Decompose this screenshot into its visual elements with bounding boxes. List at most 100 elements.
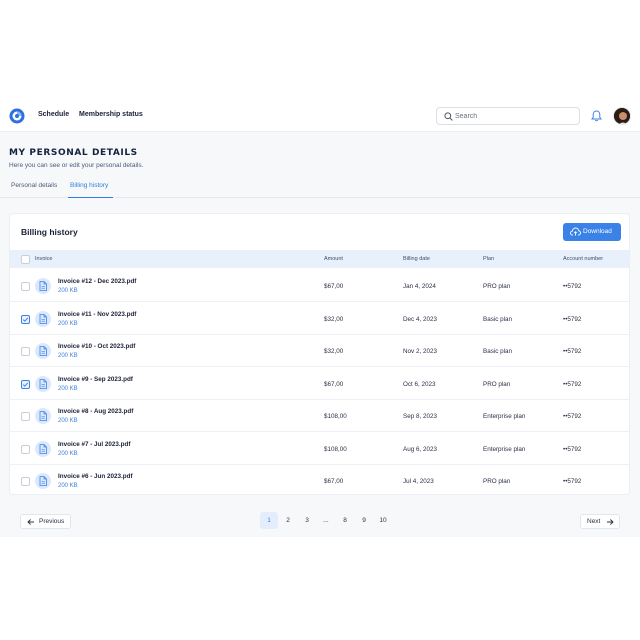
- bell-icon[interactable]: [591, 110, 602, 122]
- column-header-account-number[interactable]: Account number: [563, 256, 603, 262]
- page-number[interactable]: 2: [279, 512, 297, 529]
- invoice-filename: Invoice #6 - Jun 2023.pdf: [58, 473, 133, 480]
- invoice-filesize: 200 KB: [58, 483, 78, 489]
- plan-cell: PRO plan: [483, 283, 511, 290]
- file-icon-badge: [35, 440, 51, 457]
- download-button[interactable]: Download: [563, 223, 621, 241]
- table-row[interactable]: Invoice #6 - Jun 2023.pdf 200 KB $67,00 Jul…: [10, 465, 629, 494]
- invoice-filename: Invoice #9 - Sep 2023.pdf: [58, 375, 133, 383]
- page-number[interactable]: 8: [336, 512, 354, 529]
- document-icon: [39, 346, 47, 356]
- nav-link-membership-status[interactable]: Membership status: [79, 111, 143, 118]
- invoice-filename: Invoice #8 - Aug 2023.pdf: [58, 408, 134, 415]
- billing-date-cell: Dec 4, 2023: [403, 315, 437, 323]
- avatar-image: [614, 108, 630, 124]
- page-subtitle: Here you can see or edit your personal d…: [9, 162, 144, 169]
- next-button[interactable]: Next: [580, 514, 620, 529]
- file-icon-badge: [35, 343, 51, 359]
- invoice-filename: Invoice #11 - Nov 2023.pdf: [58, 310, 137, 318]
- column-header-amount[interactable]: Amount: [324, 256, 343, 262]
- invoice-filesize: 200 KB: [58, 353, 78, 359]
- invoice-filesize: 200 KB: [58, 320, 78, 327]
- invoice-filename: Invoice #7 - Jul 2023.pdf: [58, 440, 131, 448]
- account-number-cell: ••5792: [563, 478, 582, 485]
- active-tab-indicator: [68, 197, 113, 198]
- billing-date-cell: Nov 2, 2023: [403, 348, 437, 355]
- arrow-left-icon: [27, 519, 34, 525]
- table-row[interactable]: Invoice #12 - Dec 2023.pdf 200 KB $67,00 Ja…: [10, 270, 629, 302]
- top-nav: Schedule Membership status: [0, 100, 640, 132]
- plan-cell: PRO plan: [483, 478, 511, 485]
- table-row[interactable]: Invoice #7 - Jul 2023.pdf 200 KB $108,00 Au…: [10, 432, 629, 465]
- amount-cell: $67,00: [324, 283, 344, 290]
- document-icon: [39, 476, 47, 486]
- row-checkbox[interactable]: [21, 477, 30, 486]
- table-header: Invoice Amount Billing date Plan Account…: [10, 250, 629, 268]
- table-row[interactable]: Invoice #9 - Sep 2023.pdf 200 KB $67,00 Oct…: [10, 367, 629, 400]
- card-title: Billing history: [21, 227, 78, 237]
- account-number-cell: ••5792: [563, 348, 582, 355]
- billing-date-cell: Sep 8, 2023: [403, 413, 437, 420]
- download-label: Download: [583, 228, 612, 235]
- billing-date-cell: Jul 4, 2023: [403, 478, 434, 485]
- row-checkbox[interactable]: [21, 347, 30, 356]
- account-number-cell: ••5792: [563, 445, 582, 453]
- invoice-filesize: 200 KB: [58, 288, 78, 294]
- search-box[interactable]: [436, 107, 580, 125]
- next-label: Next: [587, 518, 601, 525]
- invoice-filesize: 200 KB: [58, 450, 78, 457]
- billing-date-cell: Jan 4, 2024: [403, 283, 436, 290]
- billing-date-cell: Aug 6, 2023: [403, 445, 437, 453]
- row-checkbox[interactable]: [21, 314, 30, 324]
- file-icon-badge: [35, 408, 51, 424]
- checkmark-icon: [22, 381, 29, 387]
- document-icon: [39, 313, 47, 324]
- tab-bar: Personal details Billing history: [0, 176, 640, 198]
- avatar[interactable]: [613, 107, 631, 125]
- column-header-billing-date[interactable]: Billing date: [403, 256, 430, 262]
- amount-cell: $67,00: [324, 478, 344, 485]
- invoice-filesize: 200 KB: [58, 418, 78, 424]
- tab-personal-details[interactable]: Personal details: [11, 182, 57, 189]
- search-icon: [444, 112, 453, 121]
- nav-link-schedule[interactable]: Schedule: [38, 111, 69, 118]
- page-number[interactable]: 10: [374, 512, 392, 529]
- column-header-invoice[interactable]: Invoice: [35, 256, 52, 262]
- select-all-checkbox[interactable]: [21, 255, 30, 264]
- arrow-right-icon: [607, 519, 614, 525]
- account-number-cell: ••5792: [563, 315, 582, 323]
- billing-date-cell: Oct 6, 2023: [403, 380, 436, 388]
- account-number-cell: ••5792: [563, 413, 582, 420]
- row-checkbox[interactable]: [21, 282, 30, 291]
- cloud-upload-icon: [570, 227, 581, 236]
- plan-cell: PRO plan: [483, 380, 511, 388]
- logo-icon[interactable]: [9, 108, 25, 124]
- row-checkbox[interactable]: [21, 444, 30, 454]
- plan-cell: Basic plan: [483, 348, 513, 355]
- tab-billing-history[interactable]: Billing history: [70, 182, 108, 189]
- amount-cell: $32,00: [324, 348, 344, 355]
- table-row[interactable]: Invoice #11 - Nov 2023.pdf 200 KB $32,00 De…: [10, 302, 629, 335]
- document-icon: [39, 443, 47, 454]
- row-checkbox[interactable]: [21, 379, 30, 389]
- page-number[interactable]: 1: [260, 512, 278, 529]
- previous-button[interactable]: Previous: [20, 514, 71, 529]
- amount-cell: $67,00: [324, 380, 344, 388]
- file-icon-badge: [35, 278, 51, 294]
- document-icon: [39, 281, 47, 291]
- app: Schedule Membership status MY PERSONAL D…: [0, 100, 640, 537]
- amount-cell: $108,00: [324, 413, 347, 420]
- document-icon: [39, 411, 47, 421]
- file-icon-badge: [35, 375, 51, 392]
- row-checkbox[interactable]: [21, 412, 30, 421]
- table-row[interactable]: Invoice #8 - Aug 2023.pdf 200 KB $108,00 Se…: [10, 400, 629, 432]
- account-number-cell: ••5792: [563, 380, 582, 388]
- table-row[interactable]: Invoice #10 - Oct 2023.pdf 200 KB $32,00 No…: [10, 335, 629, 367]
- page-number[interactable]: 3: [298, 512, 316, 529]
- file-icon-badge: [35, 310, 51, 327]
- page-number[interactable]: 9: [355, 512, 373, 529]
- pagination-ellipsis: ...: [323, 517, 329, 524]
- column-header-plan[interactable]: Plan: [483, 256, 494, 262]
- search-input[interactable]: [455, 110, 575, 122]
- document-icon: [39, 378, 47, 389]
